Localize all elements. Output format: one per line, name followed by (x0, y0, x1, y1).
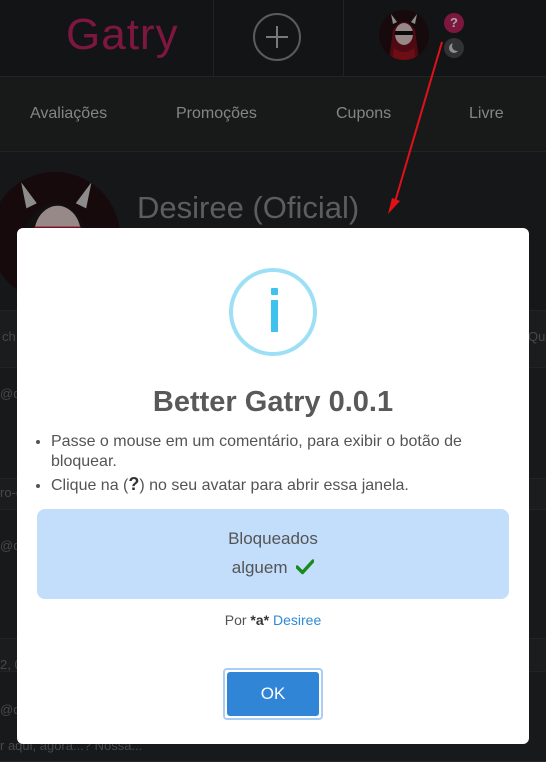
annotation-arrow (388, 41, 443, 214)
